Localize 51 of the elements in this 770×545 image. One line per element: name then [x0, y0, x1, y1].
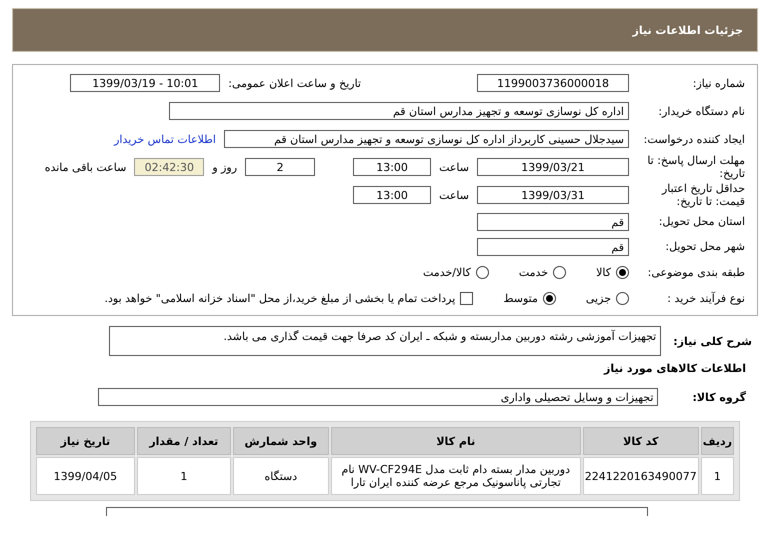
- field-label: مهلت ارسال پاسخ: تا تاریخ:: [646, 154, 745, 180]
- table-cell: 1399/04/05: [36, 457, 135, 495]
- option-label: کالا: [596, 266, 611, 278]
- table-cell: دوربین مدار بسته دام ثابت مدل WV-CF294E نام تجارتی پاناسونیک مرجع عرضه کننده ایران تارا: [330, 457, 581, 495]
- field-label: استان محل تحویل:: [658, 215, 745, 228]
- table-cell: دستگاه: [232, 457, 329, 495]
- field-value: اداره کل نوسازی توسعه و تجهیز مدارس استان قم: [169, 102, 629, 120]
- field-value: 1399/03/19 - 10:01: [70, 74, 220, 92]
- column-header: ردیف: [700, 427, 734, 455]
- table-cell: 2241220163490077: [582, 457, 699, 495]
- column-header: واحد شمارش: [232, 427, 329, 455]
- field-label: شماره نیاز:: [692, 76, 745, 90]
- option-label: جزیی: [586, 292, 611, 304]
- field-value: 1399/03/31: [477, 186, 629, 204]
- field-value: 1399/03/21: [477, 158, 629, 176]
- field-value: 02:42:30: [134, 158, 204, 176]
- field-value: سیدجلال حسینی کاربرداز اداره کل نوسازی توسعه و تجهیز مدارس استان قم: [224, 130, 629, 148]
- field-label: طبقه بندی موضوعی:: [646, 266, 745, 278]
- option-label: کالا/خدمت: [423, 266, 471, 278]
- field-label: ساعت: [439, 188, 469, 202]
- option-label: خدمت: [518, 266, 548, 278]
- field-label: نام دستگاه خریدار:: [657, 104, 745, 118]
- field-value: تجهیزات و وسایل تحصیلی واداری: [98, 388, 658, 406]
- field-value: 1199003736000018: [477, 74, 629, 92]
- field-label: ساعت باقی مانده: [44, 160, 126, 174]
- column-header: تاریخ نیاز: [36, 427, 135, 455]
- table-cell: 1: [136, 457, 231, 495]
- buyer-contact-link[interactable]: اطلاعات تماس خریدار: [114, 132, 216, 146]
- field-value: قم: [477, 212, 629, 230]
- table-cell: 1: [700, 457, 734, 495]
- field-label: نوع فرآیند خرید :: [666, 292, 745, 304]
- field-value: 13:00: [353, 186, 432, 204]
- field-label: گروه کالا:: [692, 390, 746, 404]
- field-label: شرح کلی نیاز:: [673, 334, 752, 348]
- field-label: روز و: [212, 160, 238, 174]
- checkbox-label: پرداخت تمام یا بخشی از مبلغ خرید،از محل "اسناد خزانه اسلامی" خواهد بود.: [104, 292, 456, 304]
- column-header: کد کالا: [582, 427, 699, 455]
- field-label: ساعت: [439, 160, 469, 174]
- page-title: جزئیات اطلاعات نیاز: [632, 24, 743, 36]
- field-value: قم: [477, 238, 629, 256]
- column-header: تعداد / مقدار: [136, 427, 231, 455]
- field-label: حداقل تاریخ اعتبار قیمت: تا تاریخ:: [660, 182, 745, 208]
- option-label: متوسط: [503, 292, 538, 304]
- field-label: شهر محل تحویل:: [664, 240, 745, 253]
- field-value: 2: [245, 158, 316, 176]
- column-header: نام کالا: [330, 427, 581, 455]
- section-title: اطلاعات کالاهای مورد نیاز: [602, 362, 746, 375]
- description-text: تجهیزات آموزشی رشته دوربین مداربسته و شبکه ـ ایران کد صرفا جهت قیمت گذاری می باشد.: [109, 326, 662, 356]
- field-value: 13:00: [353, 158, 432, 176]
- field-label: ایجاد کننده درخواست:: [642, 132, 745, 146]
- field-label: تاریخ و ساعت اعلان عمومی:: [228, 76, 361, 90]
